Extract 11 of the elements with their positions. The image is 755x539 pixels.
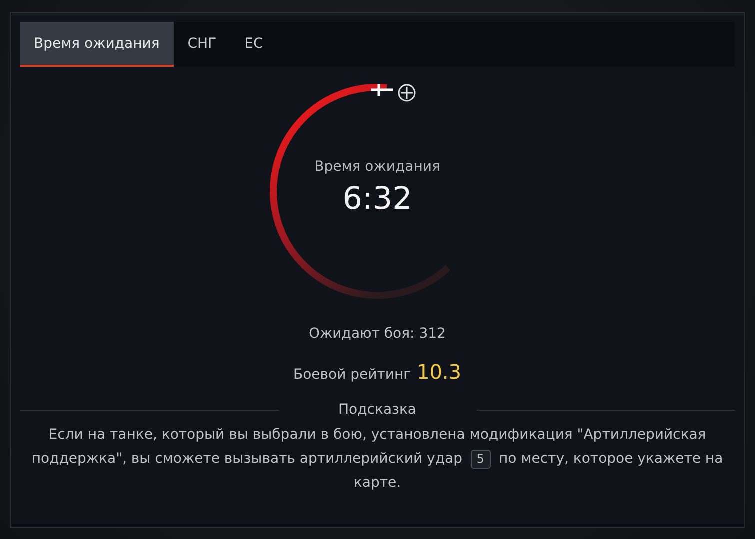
waiting-count: Ожидают боя: 312 bbox=[309, 326, 446, 342]
rating-label: Боевой рейтинг bbox=[293, 367, 411, 383]
timer-value: 6:32 bbox=[342, 181, 412, 217]
rating-value: 10.3 bbox=[416, 360, 462, 384]
tab[interactable]: Время ожидания bbox=[20, 22, 174, 67]
tab[interactable]: ЕС bbox=[230, 22, 278, 67]
hint-text: Если на танке, который вы выбрали в бою, установлена модификация "Артиллерийская поддержка", вы сможете вызывать артиллерийский удар 5 по месту, которое укажете на карте. bbox=[30, 426, 724, 493]
key-badge: 5 bbox=[470, 450, 491, 469]
timer-label: Время ожидания bbox=[314, 159, 440, 175]
hint-title: Подсказка bbox=[338, 402, 416, 418]
tab[interactable]: СНГ bbox=[174, 22, 231, 67]
